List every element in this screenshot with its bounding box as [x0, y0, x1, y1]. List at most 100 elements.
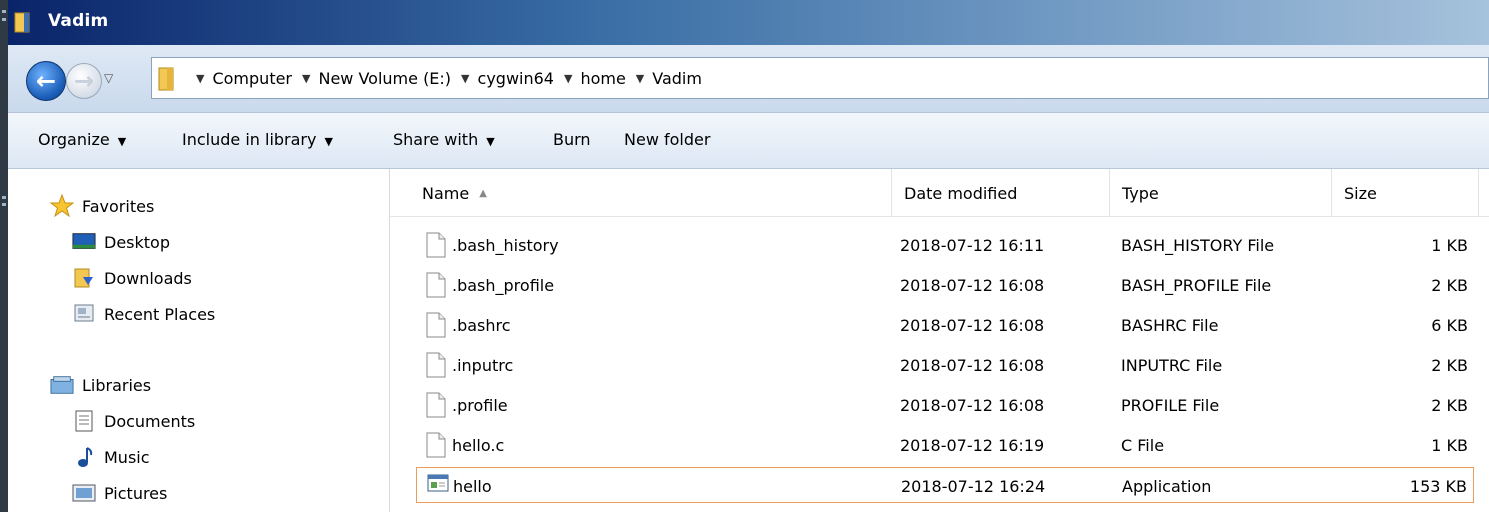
table-row[interactable]: hello 2018-07-12 16:24 Application 153 KB — [416, 467, 1474, 503]
chevron-down-icon[interactable]: ▼ — [636, 72, 644, 85]
file-type: INPUTRC File — [1121, 355, 1223, 375]
libraries-icon — [50, 374, 74, 396]
nav-item-pictures[interactable]: Pictures — [72, 482, 167, 504]
chevron-down-icon: ▼ — [324, 135, 333, 148]
column-headers: Name ▲ Date modified Type Size — [390, 169, 1489, 217]
file-name-cell[interactable]: .bash_history — [426, 227, 559, 263]
organize-menu-button[interactable]: Organize ▼ — [38, 130, 126, 149]
file-name: .profile — [452, 395, 508, 415]
file-date-modified: 2018-07-12 16:11 — [900, 235, 1045, 255]
share-with-button[interactable]: Share with ▼ — [393, 130, 495, 149]
file-size: 6 KB — [1431, 315, 1468, 335]
desktop-icon — [72, 231, 96, 253]
column-header-name[interactable]: Name ▲ — [410, 169, 892, 217]
file-icon — [426, 232, 446, 258]
downloads-folder-icon — [72, 267, 96, 289]
file-type: C File — [1121, 435, 1165, 455]
file-name-cell[interactable]: .inputrc — [426, 347, 513, 383]
table-row[interactable]: .profile 2018-07-12 16:08 PROFILE File 2 KB — [416, 387, 1474, 423]
address-bar: ← → ▽ ▼ Computer ▼ New Volume (E:) ▼ cyg… — [8, 45, 1489, 113]
window-title: Vadim — [48, 11, 109, 31]
nav-item-recent-places[interactable]: Recent Places — [72, 303, 215, 325]
file-name-cell[interactable]: .profile — [426, 387, 508, 423]
forward-button[interactable]: → — [66, 63, 102, 99]
table-row[interactable]: .bashrc 2018-07-12 16:08 BASHRC File 6 KB — [416, 307, 1474, 343]
breadcrumb-item[interactable]: ▼ cygwin64 — [461, 69, 554, 88]
recent-places-icon — [72, 303, 96, 325]
file-type: BASH_PROFILE File — [1121, 275, 1272, 295]
nav-item-documents[interactable]: Documents — [72, 410, 195, 432]
file-list: Name ▲ Date modified Type Size .bash_his… — [390, 169, 1489, 512]
nav-item-music[interactable]: Music — [72, 446, 150, 468]
file-name: .inputrc — [452, 355, 514, 375]
column-header-size[interactable]: Size — [1332, 169, 1479, 217]
file-name: .bashrc — [452, 315, 511, 335]
file-icon — [426, 432, 446, 458]
file-name: hello.c — [452, 435, 505, 455]
new-folder-button[interactable]: New folder — [624, 130, 710, 149]
address-field[interactable]: ▼ Computer ▼ New Volume (E:) ▼ cygwin64 … — [151, 57, 1489, 99]
chevron-down-icon: ▼ — [486, 135, 495, 148]
file-type: BASHRC File — [1121, 315, 1219, 335]
back-button[interactable]: ← — [26, 61, 66, 101]
file-icon — [426, 312, 446, 338]
file-size: 2 KB — [1431, 395, 1468, 415]
chevron-down-icon[interactable]: ▼ — [302, 72, 310, 85]
column-header-type[interactable]: Type — [1110, 169, 1332, 217]
file-size: 2 KB — [1431, 275, 1468, 295]
star-icon — [50, 194, 74, 218]
file-size: 2 KB — [1431, 355, 1468, 375]
file-name: .bash_history — [452, 235, 559, 255]
file-type: BASH_HISTORY File — [1121, 235, 1275, 255]
file-date-modified: 2018-07-12 16:08 — [900, 395, 1045, 415]
file-name-cell[interactable]: hello — [427, 468, 492, 504]
recent-pages-dropdown-icon[interactable]: ▽ — [104, 71, 113, 85]
nav-item-downloads[interactable]: Downloads — [72, 267, 192, 289]
table-row[interactable]: .bash_history 2018-07-12 16:11 BASH_HISTOR… — [416, 227, 1474, 263]
window-left-edge — [0, 0, 8, 512]
file-size: 153 KB — [1409, 476, 1467, 496]
application-icon — [427, 473, 449, 499]
navigation-pane: Favorites Desktop Downloads Recent Place… — [8, 169, 390, 512]
explorer-window: Vadim ← → ▽ ▼ Computer ▼ New Volume (E:)… — [0, 0, 1489, 512]
breadcrumb-item[interactable]: ▼ Vadim — [636, 69, 702, 88]
nav-favorites[interactable]: Favorites — [50, 194, 154, 218]
file-name-cell[interactable]: .bash_profile — [426, 267, 554, 303]
burn-button[interactable]: Burn — [553, 130, 591, 149]
file-size: 1 KB — [1431, 435, 1468, 455]
title-bar[interactable]: Vadim — [8, 0, 1489, 45]
breadcrumb: ▼ Computer ▼ New Volume (E:) ▼ cygwin64 … — [196, 69, 712, 88]
breadcrumb-item[interactable]: ▼ Computer — [196, 69, 292, 88]
file-name-cell[interactable]: .bashrc — [426, 307, 511, 343]
table-row[interactable]: .inputrc 2018-07-12 16:08 INPUTRC File 2 KB — [416, 347, 1474, 383]
nav-libraries[interactable]: Libraries — [50, 374, 151, 396]
back-arrow-icon: ← — [35, 67, 57, 95]
column-header-date-modified[interactable]: Date modified — [892, 169, 1110, 217]
chevron-down-icon[interactable]: ▼ — [461, 72, 469, 85]
file-name-cell[interactable]: hello.c — [426, 427, 504, 463]
forward-arrow-icon: → — [73, 67, 95, 95]
file-type: PROFILE File — [1121, 395, 1220, 415]
include-in-library-button[interactable]: Include in library ▼ — [182, 130, 333, 149]
documents-icon — [72, 410, 96, 432]
file-size: 1 KB — [1431, 235, 1468, 255]
sort-ascending-icon: ▲ — [479, 187, 487, 199]
command-bar: Organize ▼ Include in library ▼ Share with… — [8, 113, 1489, 169]
breadcrumb-item[interactable]: ▼ home — [564, 69, 626, 88]
file-date-modified: 2018-07-12 16:08 — [900, 315, 1045, 335]
nav-item-desktop[interactable]: Desktop — [72, 231, 170, 253]
file-date-modified: 2018-07-12 16:08 — [900, 275, 1045, 295]
file-name: hello — [453, 476, 492, 496]
music-icon — [72, 446, 96, 468]
file-type: Application — [1122, 476, 1212, 496]
table-row[interactable]: hello.c 2018-07-12 16:19 C File 1 KB — [416, 427, 1474, 463]
chevron-down-icon[interactable]: ▼ — [196, 72, 204, 85]
file-date-modified: 2018-07-12 16:24 — [901, 476, 1046, 496]
pictures-icon — [72, 482, 96, 504]
breadcrumb-item[interactable]: ▼ New Volume (E:) — [302, 69, 451, 88]
file-name: .bash_profile — [452, 275, 555, 295]
table-row[interactable]: .bash_profile 2018-07-12 16:08 BASH_PROFIL… — [416, 267, 1474, 303]
folder-icon — [158, 66, 182, 96]
file-icon — [426, 352, 446, 378]
chevron-down-icon[interactable]: ▼ — [564, 72, 572, 85]
